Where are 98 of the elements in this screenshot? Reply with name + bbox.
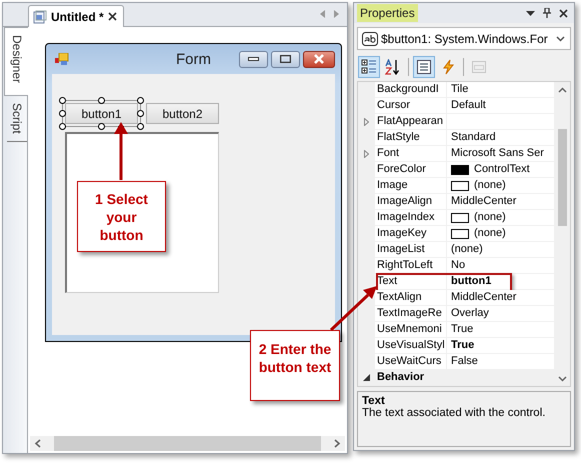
property-value[interactable]: Tile	[451, 82, 468, 97]
form-button[interactable]: button1	[65, 103, 138, 124]
property-row[interactable]: BackgroundI Tile	[358, 82, 554, 98]
property-row[interactable]: ForeColor ControlText	[358, 162, 554, 178]
property-row[interactable]: Text button1	[358, 274, 554, 290]
property-name[interactable]: Image	[375, 178, 447, 193]
chevron-down-icon[interactable]	[556, 36, 565, 42]
toolbar-button[interactable]	[413, 56, 435, 78]
property-name[interactable]: FlatAppearan	[375, 114, 447, 129]
property-row[interactable]: ImageList (none)	[358, 242, 554, 258]
expand-icon[interactable]	[364, 118, 369, 126]
button-control-icon	[362, 32, 378, 46]
arrow	[330, 286, 377, 332]
callout: 2 Enter the button text	[250, 330, 340, 401]
property-row[interactable]: TextImageRe Overlay	[358, 306, 554, 322]
maximize-icon	[280, 55, 291, 63]
document-tab[interactable]: Untitled *	[28, 5, 124, 27]
document-icon	[33, 10, 47, 24]
minimize-icon	[248, 56, 259, 62]
property-row[interactable]: ImageIndex (none)	[358, 210, 554, 226]
property-row[interactable]: FlatAppearan	[358, 114, 554, 130]
description-title: Text	[362, 395, 386, 407]
property-row[interactable]: UseMnemoni True	[358, 322, 554, 338]
property-value[interactable]: Default	[451, 98, 486, 113]
panel-title: Properties	[357, 4, 418, 22]
side-tab[interactable]: Designer	[4, 27, 28, 96]
property-row[interactable]: ImageKey (none)	[358, 226, 554, 242]
pin-icon[interactable]	[543, 8, 551, 18]
property-value[interactable]: No	[451, 258, 466, 273]
form-button[interactable]: button2	[146, 103, 219, 124]
object-selector[interactable]: $button1: System.Windows.For	[357, 27, 571, 50]
scroll-left-icon[interactable]	[34, 439, 42, 448]
scroll-thumb[interactable]	[558, 129, 566, 226]
close-button[interactable]	[303, 50, 335, 68]
expand-icon[interactable]	[364, 150, 369, 158]
property-name[interactable]: UseVisualStyl	[375, 338, 447, 353]
property-row[interactable]: FlatStyle Standard	[358, 130, 554, 146]
property-name[interactable]: ImageList	[375, 242, 447, 257]
property-row[interactable]: UseVisualStyl True	[358, 338, 554, 354]
close-icon[interactable]	[559, 8, 568, 18]
property-row[interactable]: ImageAlign MiddleCenter	[358, 194, 554, 210]
property-name[interactable]: FlatStyle	[375, 130, 447, 145]
property-name[interactable]: TextImageRe	[375, 306, 447, 321]
property-row[interactable]: UseWaitCurs False	[358, 354, 554, 370]
property-row[interactable]: TextAlign MiddleCenter	[358, 290, 554, 306]
callout: 1 Select your button	[77, 181, 166, 252]
property-name[interactable]: RightToLeft	[375, 258, 447, 273]
minimize-button[interactable]	[239, 50, 268, 68]
property-name[interactable]: Cursor	[375, 98, 447, 113]
dropdown-icon[interactable]	[526, 10, 535, 16]
property-name[interactable]: Font	[375, 146, 447, 161]
property-value[interactable]: Standard	[451, 130, 496, 145]
property-row[interactable]: Cursor Default	[358, 98, 554, 114]
sort-icon	[385, 59, 401, 75]
property-name[interactable]: BackgroundI	[375, 82, 447, 97]
horizontal-scrollbar[interactable]	[30, 436, 345, 451]
property-value[interactable]: True	[451, 322, 474, 337]
property-value[interactable]: False	[451, 354, 478, 369]
description-text: The text associated with the control.	[362, 407, 546, 419]
property-name[interactable]: ForeColor	[375, 162, 447, 177]
side-tab[interactable]: Script	[7, 96, 27, 142]
property-value[interactable]: True	[451, 338, 474, 353]
property-value[interactable]: button1	[451, 274, 492, 289]
form-icon	[55, 52, 69, 66]
window-icon	[471, 59, 487, 75]
arrow	[114, 122, 128, 180]
property-name[interactable]: ImageKey	[375, 226, 447, 241]
property-name[interactable]: UseMnemoni	[375, 322, 447, 337]
scroll-up-icon[interactable]	[558, 87, 566, 93]
property-value[interactable]: (none)	[474, 178, 506, 193]
property-value[interactable]: Overlay	[451, 306, 489, 321]
property-value[interactable]: ControlText	[474, 162, 530, 177]
lightning-icon	[440, 59, 456, 75]
categorized-icon	[361, 59, 377, 75]
toolbar-button[interactable]	[358, 56, 380, 78]
maximize-button[interactable]	[271, 50, 300, 68]
property-name[interactable]: ImageAlign	[375, 194, 447, 209]
property-value[interactable]: MiddleCenter	[451, 290, 516, 305]
scroll-right-icon[interactable]	[333, 439, 341, 448]
form-title: Form	[176, 51, 211, 68]
property-name[interactable]: UseWaitCurs	[375, 354, 447, 369]
close-icon	[313, 54, 325, 64]
property-value[interactable]: (none)	[474, 210, 506, 225]
property-name[interactable]: ImageIndex	[375, 210, 447, 225]
property-row[interactable]: RightToLeft No	[358, 258, 554, 274]
property-value[interactable]: MiddleCenter	[451, 194, 516, 209]
collapse-icon[interactable]	[363, 374, 370, 381]
scroll-down-icon[interactable]	[558, 376, 566, 382]
property-row[interactable]: Font Microsoft Sans Ser	[358, 146, 554, 162]
property-value[interactable]: (none)	[451, 242, 483, 257]
close-icon[interactable]	[108, 12, 117, 21]
scroll-thumb[interactable]	[54, 436, 321, 451]
property-value[interactable]: (none)	[474, 226, 506, 241]
vertical-scrollbar[interactable]	[554, 82, 570, 386]
property-row[interactable]: Image (none)	[358, 178, 554, 194]
list-icon	[416, 59, 432, 75]
selection-handles[interactable]	[59, 97, 144, 130]
property-value[interactable]: Microsoft Sans Ser	[451, 146, 544, 161]
